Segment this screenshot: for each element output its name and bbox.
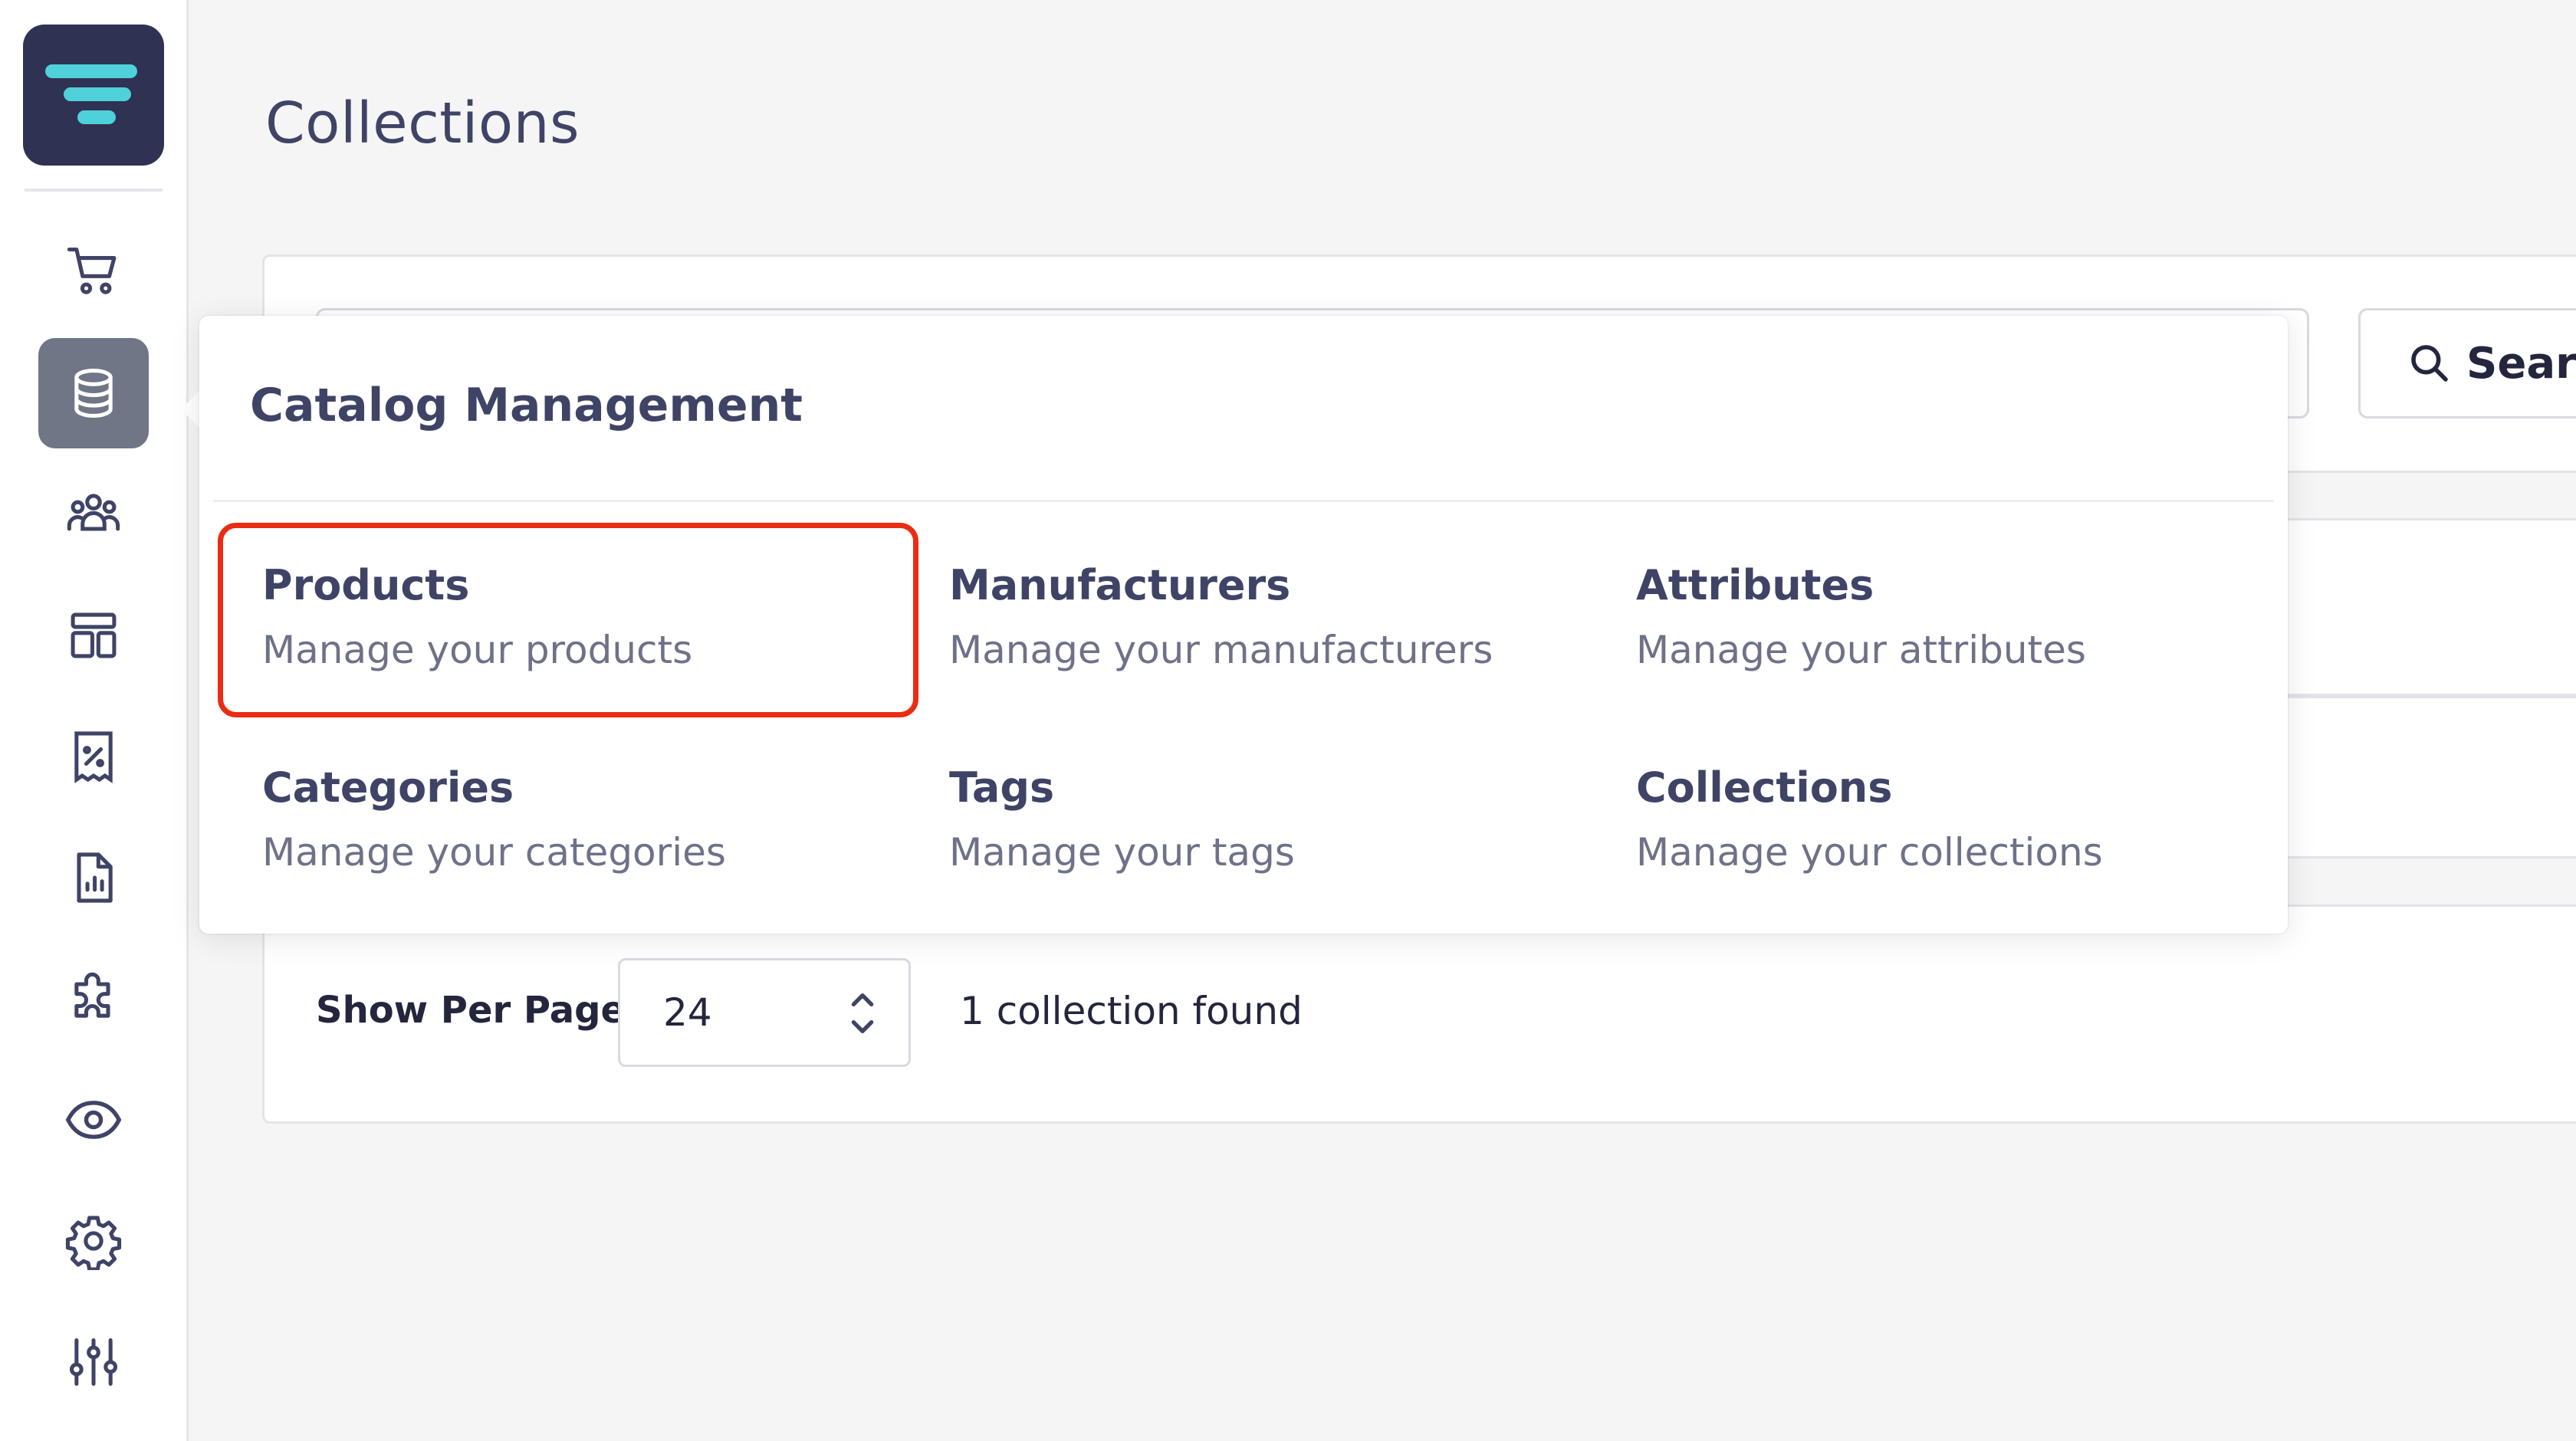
sidebar-item-reports[interactable]: [38, 822, 149, 933]
menu-item-title: Tags: [949, 763, 1055, 812]
search-icon: [2411, 345, 2448, 382]
sidebar-item-preview[interactable]: [38, 1065, 149, 1175]
popover-arrow: [181, 389, 201, 429]
sliders-icon: [69, 1338, 118, 1387]
app-logo[interactable]: [23, 25, 164, 166]
menu-item-collections[interactable]: Collections Manage your collections: [1573, 733, 2248, 901]
chevron-up-down-icon: [851, 993, 874, 1033]
menu-item-description: Manage your categories: [262, 830, 726, 875]
database-icon: [74, 369, 113, 418]
menu-item-description: Manage your attributes: [1636, 628, 2086, 672]
menu-item-title: Collections: [1636, 763, 1893, 812]
cart-icon: [67, 247, 117, 294]
search-button[interactable]: Search: [2358, 308, 2576, 419]
eye-icon: [65, 1101, 122, 1139]
menu-item-title: Categories: [262, 763, 514, 812]
page-title: Collections: [265, 90, 580, 156]
menu-item-manufacturers[interactable]: Manufacturers Manage your manufacturers: [886, 530, 1561, 699]
popover-title: Catalog Management: [250, 379, 803, 432]
sidebar-item-catalog[interactable]: [38, 338, 149, 448]
menu-item-description: Manage your products: [262, 628, 693, 672]
logo-icon: [45, 64, 137, 124]
menu-item-tags[interactable]: Tags Manage your tags: [886, 733, 1561, 901]
sidebar-item-content[interactable]: [38, 580, 149, 691]
menu-item-categories[interactable]: Categories Manage your categories: [199, 733, 874, 901]
sidebar-divider: [25, 189, 163, 192]
menu-item-title: Manufacturers: [949, 561, 1291, 609]
sidebar: [0, 0, 189, 1441]
gear-icon: [65, 1216, 122, 1270]
sidebar-item-extensions[interactable]: [38, 944, 149, 1054]
discount-icon: [74, 731, 113, 783]
puzzle-icon: [74, 972, 110, 1018]
report-icon: [77, 852, 113, 903]
menu-item-title: Products: [262, 561, 470, 609]
search-button-label: Search: [2466, 338, 2576, 389]
sidebar-item-orders[interactable]: [38, 216, 149, 327]
menu-item-attributes[interactable]: Attributes Manage your attributes: [1573, 530, 2248, 699]
sidebar-item-settings[interactable]: [38, 1186, 149, 1296]
popover-divider: [213, 500, 2274, 502]
sidebar-item-promotions[interactable]: [38, 701, 149, 812]
menu-item-description: Manage your manufacturers: [949, 628, 1493, 672]
menu-item-products[interactable]: Products Manage your products: [199, 530, 874, 699]
results-count: 1 collection found: [960, 989, 1303, 1033]
per-page-select[interactable]: 24: [618, 958, 911, 1067]
per-page-value: 24: [663, 990, 712, 1035]
menu-item-description: Manage your collections: [1636, 830, 2103, 875]
sidebar-item-configuration[interactable]: [38, 1307, 149, 1417]
layout-icon: [71, 612, 117, 658]
menu-item-description: Manage your tags: [949, 830, 1295, 875]
users-icon: [67, 494, 120, 531]
menu-item-title: Attributes: [1636, 561, 1875, 609]
sidebar-item-customers[interactable]: [38, 459, 149, 570]
catalog-management-popover: Catalog Management Products Manage your …: [199, 316, 2288, 934]
per-page-label: Show Per Page: [316, 989, 626, 1032]
